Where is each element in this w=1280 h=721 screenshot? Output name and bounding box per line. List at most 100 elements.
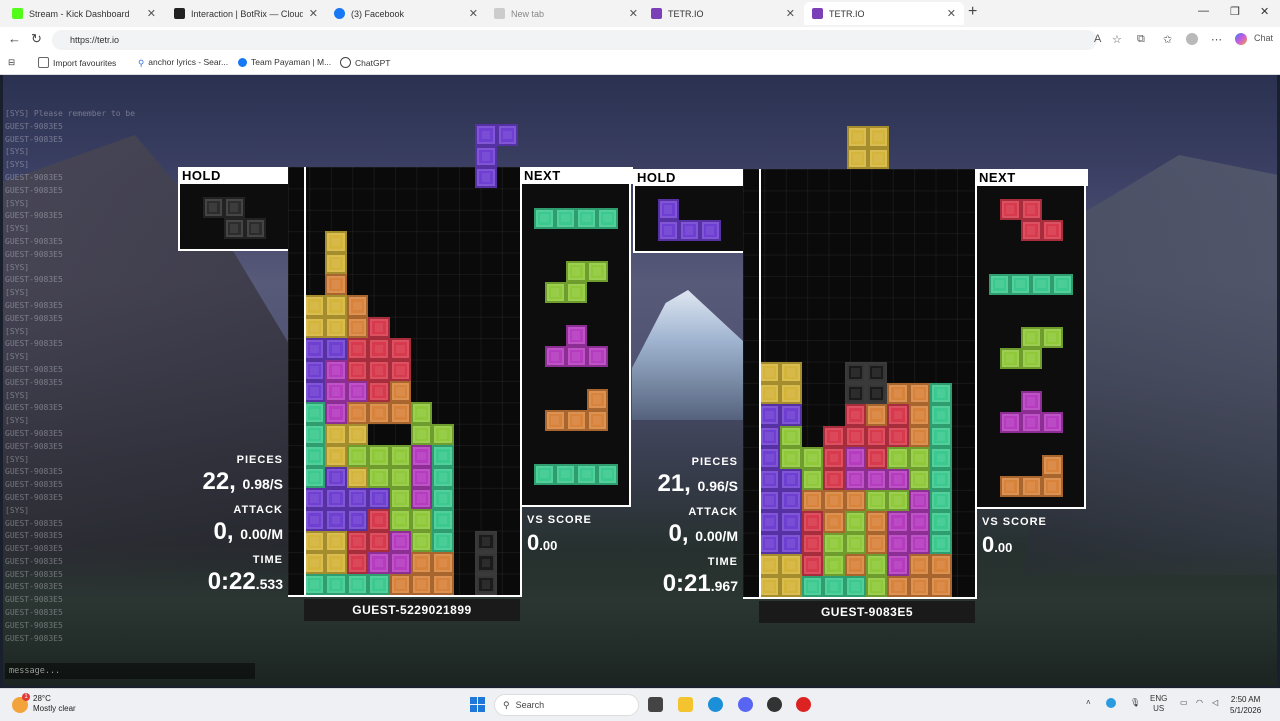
back-icon[interactable]: ← (8, 31, 21, 46)
bookmark-team-payaman[interactable]: Team Payaman | M... (238, 57, 331, 67)
close-icon[interactable]: ✕ (947, 7, 956, 20)
profile-avatar[interactable] (1186, 33, 1198, 45)
block (866, 554, 888, 576)
language-indicator[interactable]: ENG US (1150, 694, 1167, 714)
garbage-block (844, 383, 866, 405)
favorites-icon[interactable]: ✩ (1163, 33, 1172, 46)
block (325, 423, 347, 446)
player-name[interactable]: GUEST-9083E5 (759, 601, 975, 623)
block (432, 423, 454, 446)
vs-score-value: 0.00 (527, 530, 557, 556)
split-screen-icon[interactable]: ⧉ (1137, 33, 1145, 46)
close-icon[interactable]: ✕ (309, 7, 318, 20)
clock[interactable]: 2:50 AM 5/1/2026 (1230, 694, 1261, 716)
block (304, 295, 326, 317)
tab-new-tab[interactable]: New tab ✕ (486, 2, 646, 25)
refresh-icon[interactable]: ↻ (31, 31, 42, 47)
block (389, 573, 411, 595)
copilot-label[interactable]: Chat (1254, 33, 1273, 43)
playfield[interactable] (743, 169, 977, 599)
block (801, 447, 824, 469)
restore-icon[interactable]: ❐ (1230, 5, 1240, 18)
block (801, 554, 824, 576)
block (866, 532, 888, 555)
volume-icon[interactable]: ◁ (1212, 698, 1218, 707)
recording-app-icon[interactable] (796, 697, 811, 712)
hold-block (657, 199, 679, 220)
playfield[interactable] (288, 167, 522, 597)
next-block (1041, 455, 1063, 476)
block (823, 511, 845, 533)
block (304, 530, 326, 553)
close-icon[interactable]: ✕ (786, 7, 795, 20)
block (389, 530, 411, 553)
tab-kick-dashboard[interactable]: Stream - Kick Dashboard ✕ (4, 2, 164, 25)
discord-icon[interactable] (738, 697, 753, 712)
sidebar-toggle-icon[interactable]: ⊟ (8, 57, 15, 68)
mic-icon[interactable]: 🎙 (1130, 698, 1140, 707)
garbage-block (844, 361, 866, 383)
windows-start-icon[interactable] (470, 697, 485, 712)
block (368, 402, 390, 424)
hold-block (699, 220, 721, 241)
block (325, 316, 347, 339)
block (908, 490, 931, 512)
block (389, 488, 411, 510)
tab-botrix[interactable]: Interaction | BotRix — Cloud Stream ✕ (166, 2, 326, 25)
edge-icon[interactable] (708, 697, 723, 712)
minimize-icon[interactable]: — (1198, 5, 1209, 17)
tab-tetrio-active[interactable]: TETR.IO ✕ (804, 2, 964, 25)
bookmark-anchor-lyrics[interactable]: ⚲ anchor lyrics - Sear... (138, 57, 228, 68)
time-ms: .967 (710, 578, 738, 594)
block (325, 338, 347, 360)
falling-block (846, 147, 868, 169)
bookmark-import-favourites[interactable]: Import favourites (38, 57, 116, 68)
more-menu-icon[interactable]: ⋯ (1211, 33, 1222, 46)
tray-chevron-icon[interactable]: ˄ (1086, 698, 1091, 707)
file-explorer-icon[interactable] (678, 697, 693, 712)
block (759, 490, 781, 512)
favorite-star-icon[interactable]: ☆ (1112, 33, 1122, 46)
taskbar-search[interactable]: ⚲ Search (494, 694, 639, 716)
close-icon[interactable]: ✕ (629, 7, 638, 20)
block (866, 425, 888, 448)
bookmark-chatgpt[interactable]: ChatGPT (340, 57, 390, 68)
close-icon[interactable]: ✕ (469, 7, 478, 20)
weather-widget[interactable]: 28°C Mostly clear (33, 694, 76, 714)
read-aloud-icon[interactable]: A (1094, 33, 1101, 45)
close-window-icon[interactable]: ✕ (1260, 5, 1269, 18)
copilot-icon[interactable] (1235, 33, 1247, 45)
battery-icon[interactable]: ▭ (1180, 698, 1188, 707)
block (887, 468, 909, 490)
block (887, 404, 909, 426)
block (304, 488, 326, 510)
onedrive-icon[interactable] (1106, 698, 1116, 708)
next-block (1041, 220, 1063, 241)
obs-icon[interactable] (767, 697, 782, 712)
wifi-icon[interactable]: ◠ (1196, 698, 1203, 707)
player-name[interactable]: GUEST-5229021899 (304, 599, 520, 621)
block (325, 402, 347, 424)
block (389, 552, 411, 574)
next-block (586, 261, 608, 282)
block (823, 425, 845, 448)
task-view-icon[interactable] (648, 697, 663, 712)
falling-block (496, 124, 518, 146)
tab-tetrio[interactable]: TETR.IO ✕ (643, 2, 803, 25)
tab-label: TETR.IO (668, 8, 704, 19)
close-icon[interactable]: ✕ (147, 7, 156, 20)
chat-input[interactable]: message... (5, 663, 255, 679)
next-title: NEXT (522, 167, 633, 184)
falling-block (868, 126, 890, 148)
block (908, 425, 931, 448)
chat-line: GUEST-9083E5 (5, 441, 63, 451)
tab-facebook[interactable]: (3) Facebook ✕ (326, 2, 486, 25)
url-field[interactable]: https://tetr.io (52, 30, 1097, 50)
next-block (1020, 412, 1042, 433)
next-queue (522, 184, 629, 503)
block (411, 530, 433, 553)
block (887, 532, 909, 555)
block (411, 552, 433, 574)
new-tab-button[interactable]: + (968, 3, 977, 21)
block (304, 381, 326, 403)
